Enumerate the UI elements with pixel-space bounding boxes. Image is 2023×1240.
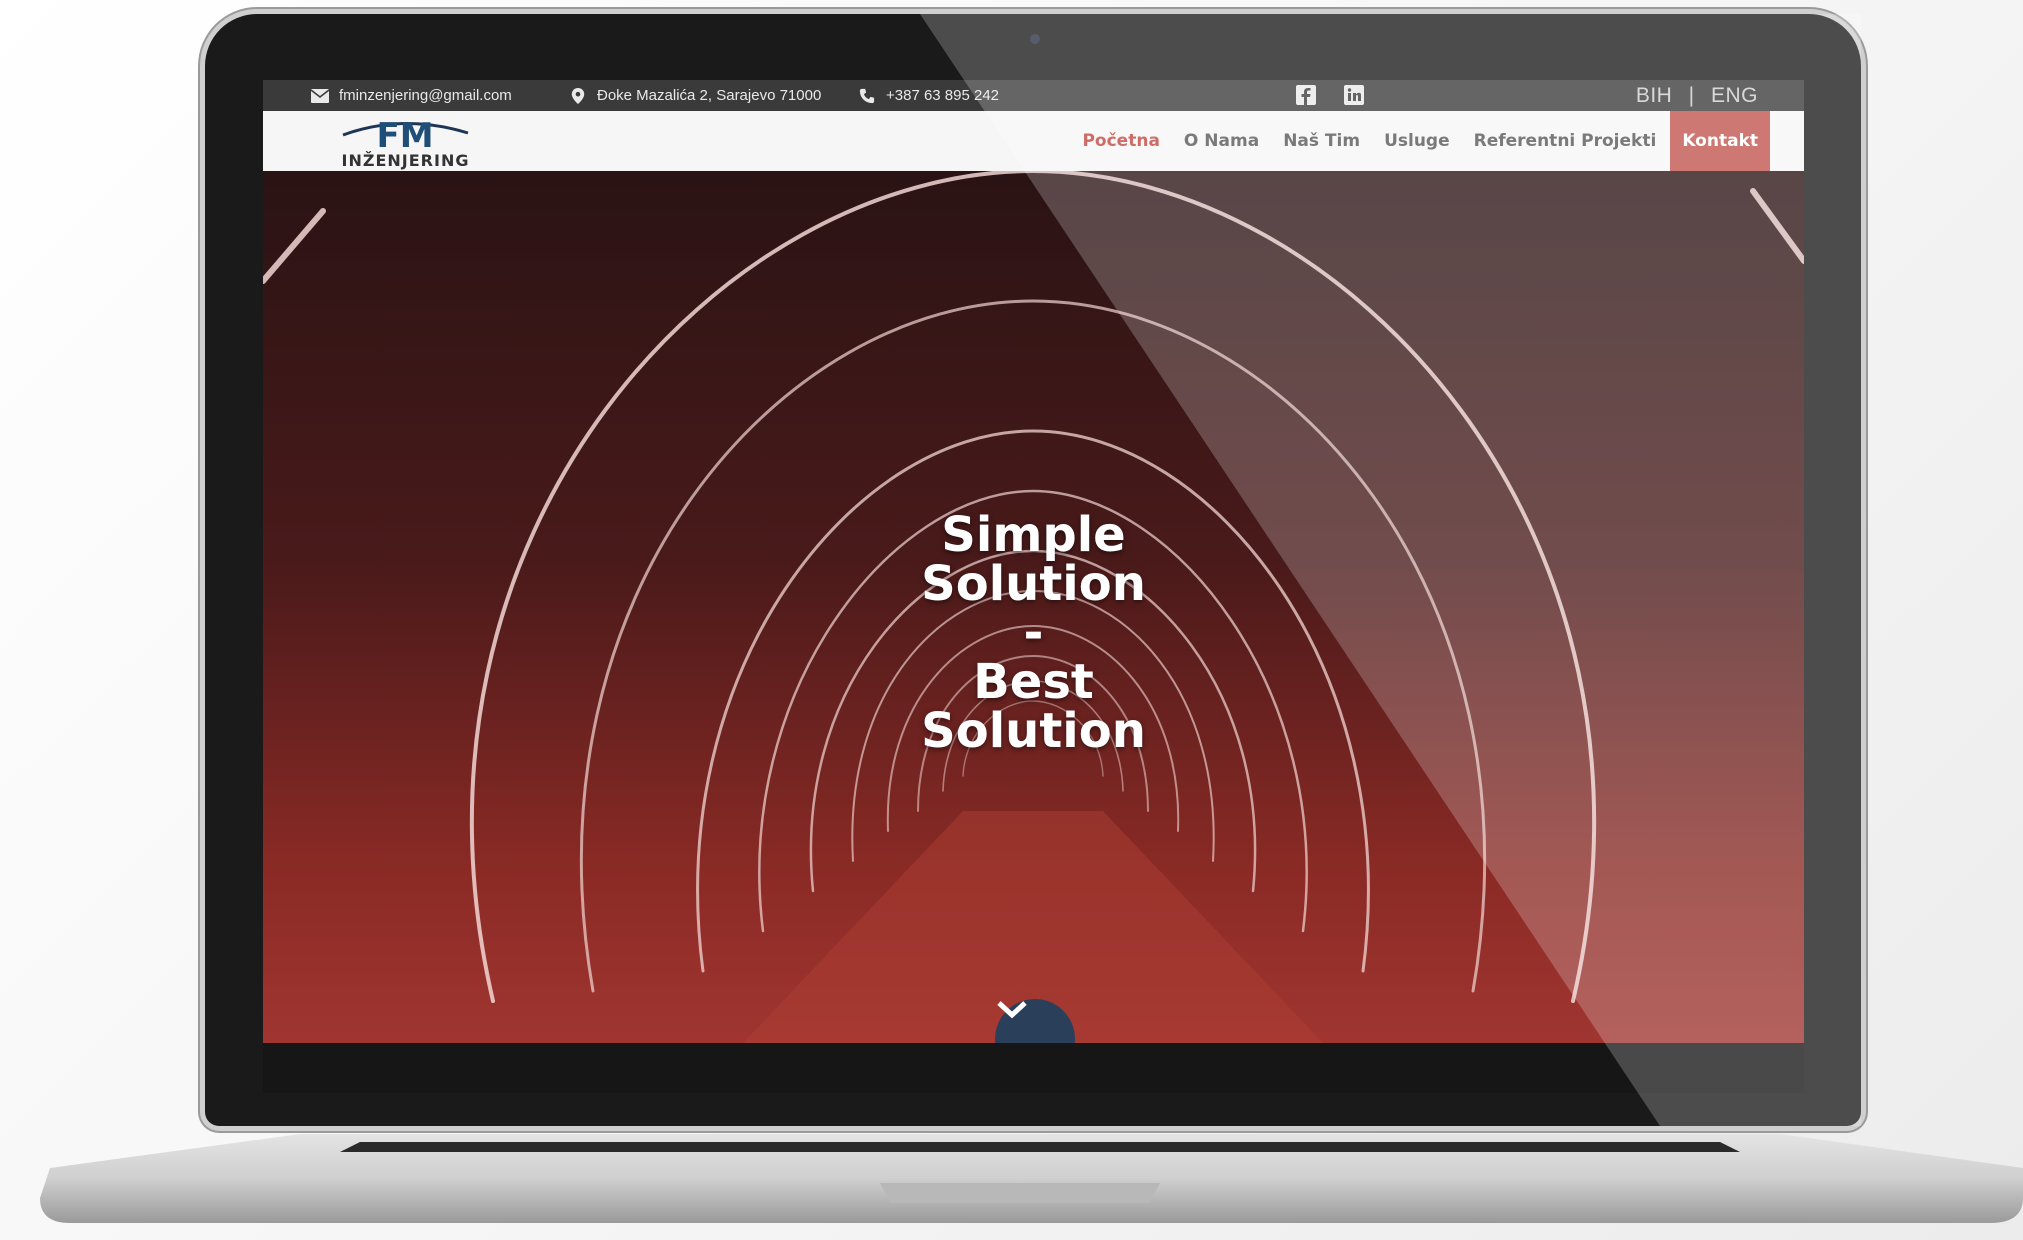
email-contact[interactable]: fminzenjering@gmail.com [311,87,512,104]
browser-viewport: fminzenjering@gmail.com Đoke Mazalića 2,… [263,80,1804,1043]
contact-topbar: fminzenjering@gmail.com Đoke Mazalića 2,… [263,80,1804,111]
camera-icon [1030,34,1040,44]
logo-text: INŽENJERING [341,151,470,170]
nav-nas-tim[interactable]: Naš Tim [1283,131,1360,151]
address-contact[interactable]: Đoke Mazalića 2, Sarajevo 71000 [569,87,821,104]
hero-line-4: Best [973,654,1094,710]
linkedin-icon[interactable] [1344,85,1364,105]
envelope-icon [311,88,329,103]
chevron-down-icon [997,1001,1027,1019]
lang-eng[interactable]: ENG [1711,84,1758,108]
screen-bottom-bezel [263,1043,1804,1093]
nav-referentni-projekti[interactable]: Referentni Projekti [1474,131,1657,151]
company-logo[interactable]: FM INŽENJERING [323,113,488,170]
nav-usluge[interactable]: Usluge [1384,131,1450,151]
hero-line-3: - [1023,605,1044,661]
lang-separator: | [1688,84,1695,107]
hero-headline: Simple Solution - Best Solution [263,511,1804,756]
hero-section: Simple Solution - Best Solution [263,171,1804,1043]
main-nav: Početna O Nama Naš Tim Usluge Referentni… [1058,111,1770,171]
hero-line-1: Simple [941,507,1126,563]
map-pin-icon [571,87,585,104]
email-text: fminzenjering@gmail.com [339,87,512,104]
nav-o-nama[interactable]: O Nama [1184,131,1259,151]
phone-contact[interactable]: +387 63 895 242 [858,87,999,104]
site-header: FM INŽENJERING Početna O Nama Naš Tim Us… [263,111,1804,171]
nav-pocetna[interactable]: Početna [1082,131,1159,151]
phone-icon [859,88,875,103]
fm-logo-mark-icon: FM [342,116,469,156]
hero-line-2: Solution [921,556,1146,612]
logo-mark: FM [376,116,433,153]
laptop-base [40,1134,2023,1223]
hero-line-5: Solution [921,703,1146,759]
language-switcher: BIH | ENG [1636,84,1758,108]
address-text: Đoke Mazalića 2, Sarajevo 71000 [597,87,822,104]
facebook-icon[interactable] [1296,85,1316,105]
phone-text: +387 63 895 242 [886,87,1000,104]
contact-button[interactable]: Kontakt [1670,111,1770,171]
lang-bih[interactable]: BIH [1636,84,1673,108]
